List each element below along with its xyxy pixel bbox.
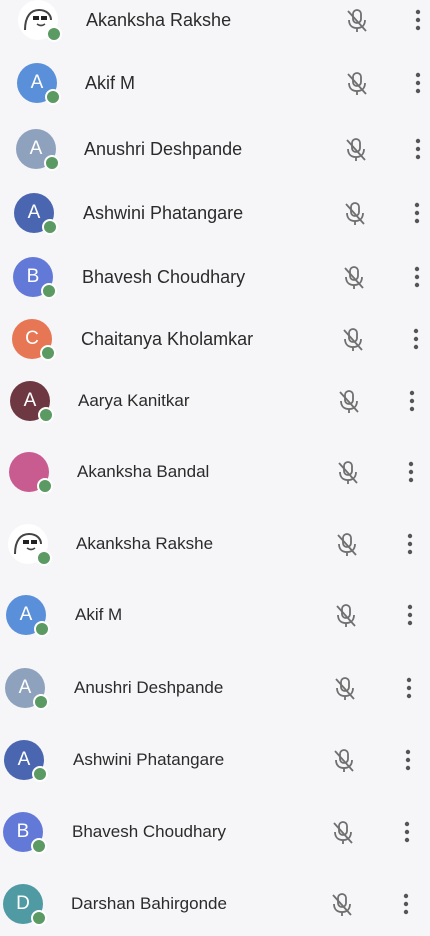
online-status-dot: [34, 621, 50, 637]
avatar: B: [13, 257, 57, 299]
participant-row[interactable]: D Darshan Bahirgonde: [0, 872, 420, 936]
girl-photo-icon: [9, 452, 53, 494]
avatar-initial: A: [27, 202, 41, 223]
mic-off-icon[interactable]: [345, 137, 367, 163]
participant-row[interactable]: A Ashwini Phatangare: [0, 728, 420, 792]
mic-off-icon[interactable]: [346, 8, 368, 34]
participant-name: Akanksha Bandal: [77, 462, 210, 481]
online-status-dot: [32, 766, 48, 782]
mic-off-icon[interactable]: [346, 71, 368, 97]
participant-name: Chaitanya Kholamkar: [81, 329, 254, 349]
more-vert-icon[interactable]: [408, 389, 416, 413]
participant-row[interactable]: Akanksha Rakshe: [0, 512, 420, 576]
avatar: A: [17, 63, 61, 105]
participant-name: Anushri Deshpande: [84, 139, 243, 159]
memoji-icon: [18, 0, 62, 42]
avatar-initial: A: [23, 390, 37, 411]
participant-name: Aarya Kanitkar: [78, 391, 190, 410]
mic-off-icon[interactable]: [337, 460, 359, 486]
mic-off-icon[interactable]: [338, 389, 360, 415]
participant-row[interactable]: A Anushri Deshpande: [0, 117, 422, 181]
participant-name: Ashwini Phatangare: [73, 750, 225, 769]
more-vert-icon[interactable]: [413, 201, 421, 225]
mic-off-icon[interactable]: [336, 532, 358, 558]
online-status-dot: [46, 26, 62, 42]
avatar: A: [10, 381, 54, 423]
participant-row[interactable]: Akanksha Rakshe: [0, 0, 422, 52]
participant-row[interactable]: C Chaitanya Kholamkar: [0, 307, 420, 371]
online-status-dot: [31, 910, 47, 926]
online-status-dot: [45, 89, 61, 105]
mic-off-icon[interactable]: [335, 603, 357, 629]
participant-row[interactable]: Akanksha Bandal: [0, 440, 420, 504]
online-status-dot: [44, 155, 60, 171]
online-status-dot: [37, 478, 53, 494]
more-vert-icon[interactable]: [406, 532, 414, 556]
mic-off-icon[interactable]: [342, 327, 364, 353]
online-status-dot: [42, 219, 58, 235]
participant-name: Bhavesh Choudhary: [72, 822, 227, 841]
avatar-initial: A: [18, 677, 32, 698]
participant-name: Akanksha Rakshe: [76, 534, 214, 553]
more-vert-icon[interactable]: [414, 71, 422, 95]
participant-row[interactable]: A Aarya Kanitkar: [0, 369, 420, 433]
avatar: A: [14, 193, 58, 235]
avatar-initial: A: [30, 72, 44, 93]
more-vert-icon[interactable]: [403, 820, 411, 844]
participant-row[interactable]: A Ashwini Phatangare: [0, 181, 420, 245]
more-vert-icon[interactable]: [404, 748, 412, 772]
avatar: A: [5, 668, 49, 710]
online-status-dot: [40, 345, 56, 361]
participant-name: Bhavesh Choudhary: [82, 267, 246, 287]
online-status-dot: [31, 838, 47, 854]
participant-row[interactable]: A Anushri Deshpande: [0, 656, 420, 720]
avatar: D: [3, 884, 47, 926]
avatar-initial: D: [16, 893, 30, 914]
avatar-initial: A: [19, 604, 33, 625]
participant-name: Akif M: [75, 605, 123, 624]
avatar-initial: C: [25, 328, 39, 349]
more-vert-icon[interactable]: [414, 137, 422, 161]
mic-off-icon[interactable]: [332, 820, 354, 846]
more-vert-icon[interactable]: [406, 603, 414, 627]
memoji-icon: [8, 524, 52, 566]
participant-row[interactable]: B Bhavesh Choudhary: [0, 800, 420, 864]
mic-off-icon[interactable]: [343, 265, 365, 291]
online-status-dot: [36, 550, 52, 566]
participant-row[interactable]: A Akif M: [0, 583, 420, 647]
avatar: C: [12, 319, 56, 361]
participant-row[interactable]: A Akif M: [0, 51, 422, 115]
avatar: A: [6, 595, 50, 637]
avatar-initial: A: [29, 138, 43, 159]
avatar: A: [4, 740, 48, 782]
more-vert-icon[interactable]: [402, 892, 410, 916]
participant-list: Akanksha Rakshe A Akif M A Anushri Deshpande…: [0, 0, 430, 933]
avatar: A: [16, 129, 60, 171]
participant-name: Akanksha Rakshe: [86, 10, 232, 30]
participant-name: Darshan Bahirgonde: [71, 894, 227, 913]
avatar: B: [3, 812, 47, 854]
more-vert-icon[interactable]: [407, 460, 415, 484]
mic-off-icon[interactable]: [344, 201, 366, 227]
more-vert-icon[interactable]: [413, 265, 421, 289]
avatar-initial: B: [16, 821, 30, 842]
online-status-dot: [38, 407, 54, 423]
more-vert-icon[interactable]: [405, 676, 413, 700]
mic-off-icon[interactable]: [331, 892, 353, 918]
more-vert-icon[interactable]: [412, 327, 420, 351]
mic-off-icon[interactable]: [333, 748, 355, 774]
participant-name: Anushri Deshpande: [74, 678, 224, 697]
participant-name: Akif M: [85, 73, 136, 93]
mic-off-icon[interactable]: [334, 676, 356, 702]
participant-row[interactable]: B Bhavesh Choudhary: [0, 245, 420, 309]
participant-name: Ashwini Phatangare: [83, 203, 244, 223]
online-status-dot: [33, 694, 49, 710]
avatar-initial: B: [26, 266, 40, 287]
more-vert-icon[interactable]: [414, 8, 422, 32]
avatar-initial: A: [17, 749, 31, 770]
online-status-dot: [41, 283, 57, 299]
